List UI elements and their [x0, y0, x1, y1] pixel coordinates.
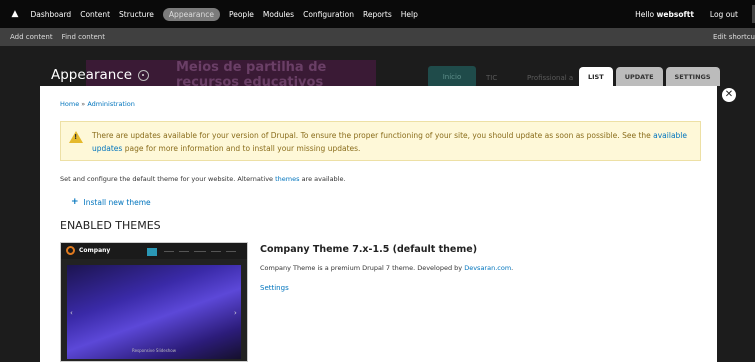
theme-title: Company Theme 7.x-1.5 (default theme): [260, 244, 478, 255]
warning-text: There are updates available for your ver…: [92, 130, 692, 155]
close-overlay-button[interactable]: ✕: [722, 88, 736, 102]
shortcuts-bar: Add content Find content Edit shortcu: [0, 28, 755, 46]
menu-item-configuration[interactable]: Configuration: [303, 10, 354, 19]
breadcrumb: Home » Administration: [60, 100, 135, 108]
themes-link[interactable]: themes: [275, 175, 299, 183]
screenshot-nav-active: [147, 248, 157, 256]
logout-link[interactable]: Log out: [710, 10, 738, 19]
site-nav-home-label: Início: [442, 73, 462, 81]
username[interactable]: websoftt: [656, 10, 693, 19]
menu-item-people[interactable]: People: [229, 10, 254, 19]
theme-description: Company Theme is a premium Drupal 7 them…: [260, 264, 513, 272]
screenshot-nav-item: [179, 251, 189, 252]
admin-toolbar: ▲ Dashboard Content Structure Appearance…: [0, 0, 755, 46]
warning-text-before: There are updates available for your ver…: [92, 131, 654, 140]
devsaran-link[interactable]: Devsaran.com: [464, 264, 511, 272]
intro-after: are available.: [299, 175, 346, 183]
shortcut-find-content[interactable]: Find content: [62, 33, 105, 41]
intro-text: Set and configure the default theme for …: [60, 175, 346, 183]
menu-item-help[interactable]: Help: [401, 10, 418, 19]
theme-settings-link[interactable]: Settings: [260, 284, 289, 292]
overlay-tabs: LIST UPDATE SETTINGS: [579, 67, 723, 87]
tab-update[interactable]: UPDATE: [615, 67, 663, 87]
screenshot-site-name: Company: [79, 247, 111, 254]
menu-item-structure[interactable]: Structure: [119, 10, 154, 19]
theme-screenshot: Company Responsive Slideshow ‹ ›: [60, 242, 248, 362]
theme-description-before: Company Theme is a premium Drupal 7 them…: [260, 264, 465, 272]
install-new-theme-link[interactable]: + Install new theme: [71, 197, 151, 207]
update-warning-message: There are updates available for your ver…: [60, 121, 701, 161]
breadcrumb-administration[interactable]: Administration: [87, 100, 135, 108]
edit-shortcuts-link[interactable]: Edit shortcu: [713, 33, 755, 41]
hello-prefix: Hello: [635, 9, 657, 19]
warning-text-after: page for more information and to install…: [122, 143, 361, 153]
menu-item-modules[interactable]: Modules: [263, 10, 294, 19]
page-title: Appearance: [51, 67, 133, 83]
company-logo-icon: [66, 246, 75, 255]
chevron-right-icon: ›: [234, 309, 237, 317]
overlay-content: Home » Administration There are updates …: [40, 86, 717, 362]
chevron-left-icon: ‹: [70, 309, 73, 317]
tab-list[interactable]: LIST: [579, 67, 613, 87]
intro-before: Set and configure the default theme for …: [60, 175, 276, 183]
menu-item-dashboard[interactable]: Dashboard: [31, 10, 72, 19]
enabled-themes-heading: ENABLED THEMES: [60, 219, 161, 232]
overlay-right-margin: [717, 86, 755, 362]
screenshot-slideshow: Responsive Slideshow: [67, 265, 241, 359]
toolbar-main-row: ▲ Dashboard Content Structure Appearance…: [0, 0, 755, 28]
screenshot-nav-item: [164, 251, 174, 252]
tab-settings[interactable]: SETTINGS: [665, 67, 720, 87]
menu-item-reports[interactable]: Reports: [363, 10, 392, 19]
add-shortcut-icon[interactable]: [138, 69, 150, 81]
shortcut-add-content[interactable]: Add content: [10, 33, 53, 41]
screenshot-caption: Responsive Slideshow: [131, 348, 177, 353]
add-icon: +: [71, 197, 79, 207]
site-nav-tic: TIC: [486, 74, 498, 82]
site-nav-home: Início: [428, 66, 476, 88]
home-icon[interactable]: ▲: [4, 9, 26, 19]
screenshot-nav-item: [211, 251, 221, 252]
admin-menu: Dashboard Content Structure Appearance P…: [26, 7, 422, 21]
screenshot-nav-item: [226, 251, 236, 252]
warning-icon: [69, 131, 83, 143]
user-area: Hello websoftt Log out: [635, 0, 755, 28]
screenshot-nav-item: [194, 251, 206, 252]
theme-description-after: .: [511, 264, 514, 272]
screenshot-header: Company: [61, 243, 247, 259]
install-new-theme-label: Install new theme: [83, 197, 151, 207]
breadcrumb-home[interactable]: Home: [60, 100, 79, 108]
user-greeting: Hello websoftt: [635, 10, 694, 19]
site-nav-profissional: Profissional a: [527, 74, 574, 82]
menu-item-appearance[interactable]: Appearance: [162, 7, 220, 21]
menu-item-content[interactable]: Content: [80, 10, 110, 19]
overlay-title: Appearance: [51, 67, 150, 83]
